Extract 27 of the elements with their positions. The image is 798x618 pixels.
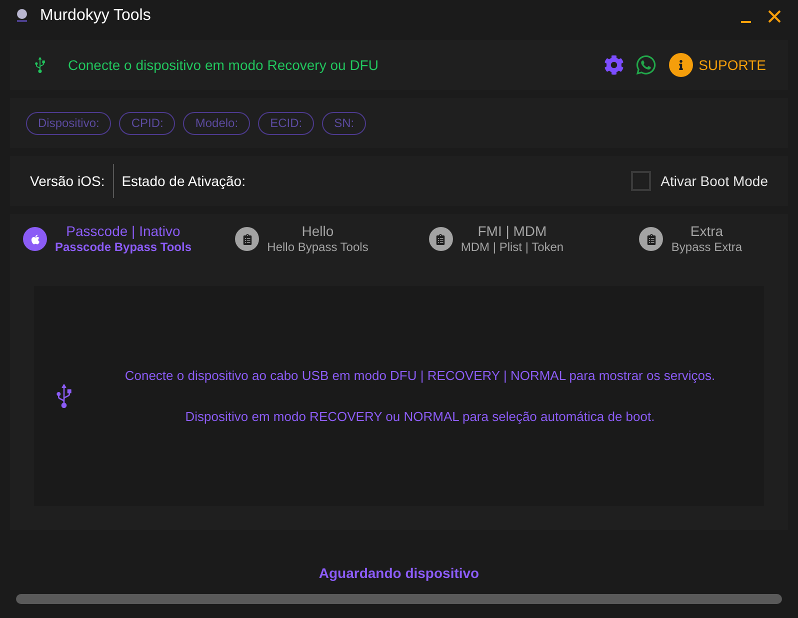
info-chip: CPID: <box>119 112 176 134</box>
instruction-text: Dispositivo em modo RECOVERY ou NORMAL para seleção automática de boot. <box>185 408 655 426</box>
close-button[interactable] <box>766 8 782 24</box>
support-button[interactable]: SUPORTE <box>668 53 766 77</box>
status-text: Aguardando dispositivo <box>318 564 480 583</box>
connection-status: Conecte o dispositivo em modo Recovery ou DFU <box>68 56 378 75</box>
activation-status-label: Estado de Ativação: <box>122 172 246 191</box>
info-chip: ECID: <box>258 112 314 134</box>
info-icon <box>668 53 693 77</box>
usb-icon <box>32 57 48 73</box>
ios-version-label: Versão iOS: <box>30 172 105 190</box>
info-chip: Dispositivo: <box>26 112 112 134</box>
clipboard-icon <box>428 227 453 251</box>
info-chip: Modelo: <box>183 112 250 134</box>
tab[interactable]: Passcode | Inativo Passcode Bypass Tools <box>10 214 204 264</box>
tab[interactable]: Hello Hello Bypass Tools <box>204 214 399 264</box>
instruction-text: Conecte o dispositivo ao cabo USB em modo DFU | RECOVERY | NORMAL para mostrar os serviços. <box>124 366 716 385</box>
window-title: Murdokyy Tools <box>40 6 151 26</box>
chat-bubble-icon[interactable] <box>634 54 657 76</box>
apple-icon <box>23 227 47 251</box>
info-chip: SN: <box>322 112 366 134</box>
boot-mode-checkbox[interactable]: Ativar Boot Mode <box>630 170 768 192</box>
tab[interactable]: FMI | MDM MDM | Plist | Token <box>399 214 594 264</box>
tab[interactable]: Extra Bypass Extra <box>594 214 788 264</box>
settings-icon[interactable] <box>604 55 624 75</box>
clipboard-icon <box>639 227 664 251</box>
clipboard-icon <box>235 227 260 251</box>
